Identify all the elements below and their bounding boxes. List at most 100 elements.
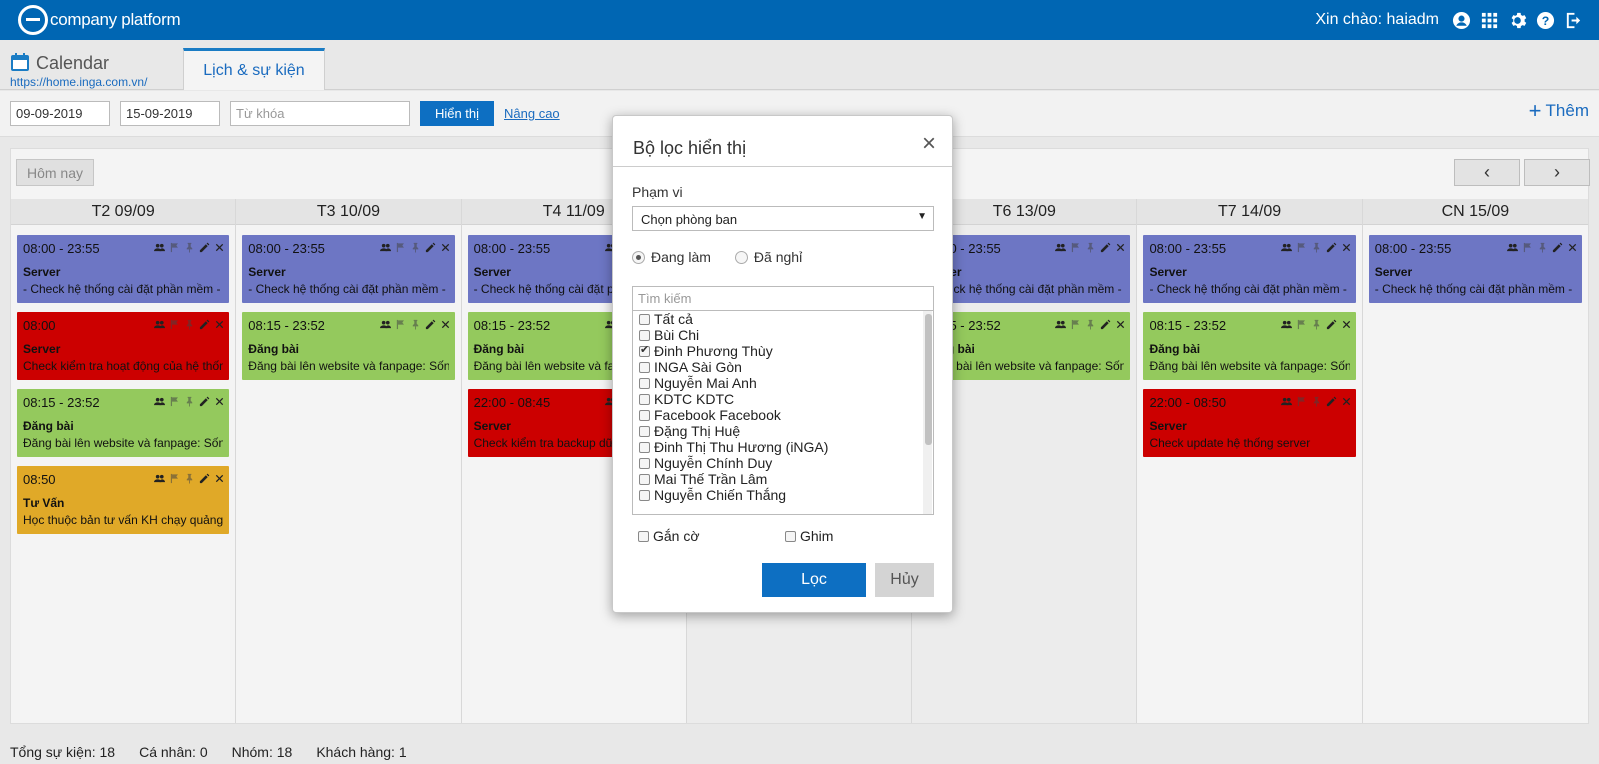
pin-icon[interactable] bbox=[410, 319, 421, 330]
person-checkbox-item[interactable]: Tất cả bbox=[633, 311, 933, 327]
group-icon[interactable] bbox=[1280, 242, 1292, 253]
flag-icon[interactable] bbox=[169, 319, 180, 330]
person-checkbox-item[interactable]: Nguyễn Chính Duy bbox=[633, 455, 933, 471]
filter-cancel-button[interactable]: Hủy bbox=[875, 563, 934, 597]
day-column[interactable]: CN 15/09 08:00 - 23:55 Server - Check hệ th… bbox=[1362, 199, 1588, 723]
person-checkbox-item[interactable]: Nguyễn Mai Anh bbox=[633, 375, 933, 391]
pin-icon[interactable] bbox=[1537, 242, 1548, 253]
flagged-checkbox[interactable]: Gắn cờ bbox=[638, 528, 700, 544]
event-card[interactable]: 08:00 - 23:55Server- Check hệ thống cài … bbox=[1143, 235, 1356, 303]
group-icon[interactable] bbox=[1507, 242, 1518, 253]
person-checkbox-item[interactable]: Nguyễn Chiến Thắng bbox=[633, 487, 933, 503]
edit-icon[interactable] bbox=[425, 319, 436, 330]
delete-icon[interactable] bbox=[1567, 242, 1578, 253]
person-checkbox-item[interactable]: Đặng Thị Huệ bbox=[633, 423, 933, 439]
edit-icon[interactable] bbox=[199, 242, 210, 253]
day-column[interactable]: T3 10/09 08:00 - 23:55 Server - Check hệ th… bbox=[236, 199, 462, 723]
delete-icon[interactable] bbox=[214, 473, 225, 484]
edit-icon[interactable] bbox=[199, 473, 210, 484]
delete-icon[interactable] bbox=[1115, 319, 1126, 330]
pin-icon[interactable] bbox=[1311, 242, 1322, 253]
delete-icon[interactable] bbox=[440, 242, 451, 253]
edit-icon[interactable] bbox=[199, 319, 210, 330]
list-scrollbar-thumb[interactable] bbox=[925, 314, 932, 445]
person-checkbox-item[interactable]: Đinh Thị Thu Hương (iNGA) bbox=[633, 439, 933, 455]
today-button[interactable]: Hôm nay bbox=[16, 159, 94, 186]
person-checkbox-item[interactable]: Mai Thế Trần Lâm bbox=[633, 471, 933, 487]
edit-icon[interactable] bbox=[425, 242, 436, 253]
day-column[interactable]: T2 09/09 08:00 - 23:55 Server - Check hệ th… bbox=[11, 199, 237, 723]
edit-icon[interactable] bbox=[1552, 242, 1563, 253]
people-checkbox-list[interactable]: Tất cảBùi ChiĐinh Phương ThùyINGA Sài Gò… bbox=[632, 311, 934, 515]
pin-icon[interactable] bbox=[1311, 319, 1322, 330]
person-checkbox-item[interactable]: Bùi Chi bbox=[633, 327, 933, 343]
day-column[interactable]: T7 14/09 08:00 - 23:55 Server - Check hệ th… bbox=[1137, 199, 1363, 723]
flag-icon[interactable] bbox=[1070, 319, 1081, 330]
group-icon[interactable] bbox=[154, 473, 166, 484]
prev-week-button[interactable]: ‹ bbox=[1454, 159, 1520, 186]
advanced-link[interactable]: Nâng cao bbox=[504, 106, 560, 121]
pin-icon[interactable] bbox=[1085, 242, 1096, 253]
person-checkbox-item[interactable]: Đinh Phương Thùy bbox=[633, 343, 933, 359]
pin-icon[interactable] bbox=[410, 242, 421, 253]
people-search-input[interactable] bbox=[632, 286, 934, 311]
flag-icon[interactable] bbox=[169, 396, 180, 407]
group-icon[interactable] bbox=[379, 242, 391, 253]
date-to-input[interactable] bbox=[120, 101, 220, 126]
edit-icon[interactable] bbox=[1326, 319, 1337, 330]
flag-icon[interactable] bbox=[1296, 319, 1307, 330]
delete-icon[interactable] bbox=[1341, 396, 1352, 407]
tab-calendar-events[interactable]: Lịch & sự kiện bbox=[183, 48, 325, 90]
delete-icon[interactable] bbox=[214, 319, 225, 330]
date-from-input[interactable] bbox=[10, 101, 110, 126]
pin-icon[interactable] bbox=[1085, 319, 1096, 330]
pin-icon[interactable] bbox=[1311, 396, 1322, 407]
pin-icon[interactable] bbox=[184, 473, 195, 484]
close-icon[interactable]: × bbox=[922, 130, 936, 158]
show-button[interactable]: Hiển thị bbox=[420, 101, 494, 126]
delete-icon[interactable] bbox=[214, 396, 225, 407]
keyword-input[interactable] bbox=[230, 101, 410, 126]
delete-icon[interactable] bbox=[1341, 319, 1352, 330]
flag-icon[interactable] bbox=[169, 473, 180, 484]
delete-icon[interactable] bbox=[1115, 242, 1126, 253]
group-icon[interactable] bbox=[1280, 319, 1292, 330]
edit-icon[interactable] bbox=[1100, 242, 1111, 253]
flag-icon[interactable] bbox=[169, 242, 180, 253]
help-icon[interactable]: ? bbox=[1535, 10, 1555, 30]
edit-icon[interactable] bbox=[1326, 242, 1337, 253]
flag-icon[interactable] bbox=[1070, 242, 1081, 253]
pinned-checkbox[interactable]: Ghim bbox=[785, 528, 833, 544]
event-card[interactable]: 08:00 Server Check kiểm tra hoạt động của … bbox=[17, 312, 230, 380]
group-icon[interactable] bbox=[154, 242, 166, 253]
event-card[interactable]: 08:00 - 23:55Server- Check hệ thống cài … bbox=[242, 235, 455, 303]
delete-icon[interactable] bbox=[1341, 242, 1352, 253]
apps-grid-icon[interactable] bbox=[1479, 10, 1499, 30]
edit-icon[interactable] bbox=[1326, 396, 1337, 407]
company-logo[interactable]: company platform bbox=[18, 4, 181, 36]
add-event-button[interactable]: + Thêm bbox=[1529, 100, 1589, 122]
user-account-icon[interactable] bbox=[1451, 10, 1471, 30]
radio-working[interactable]: Đang làm bbox=[632, 249, 711, 265]
pin-icon[interactable] bbox=[184, 319, 195, 330]
module-url-link[interactable]: https://home.inga.com.vn/ bbox=[10, 75, 147, 89]
event-card[interactable]: 08:15 - 23:52Đăng bàiĐăng bài lên websit… bbox=[1143, 312, 1356, 380]
event-card[interactable]: 08:15 - 23:52Đăng bàiĐăng bài lên websit… bbox=[242, 312, 455, 380]
flag-icon[interactable] bbox=[395, 319, 406, 330]
event-card[interactable]: 08:50 Tư Vấn Học thuộc bản tư vấn KH chạy … bbox=[17, 466, 230, 534]
flag-icon[interactable] bbox=[395, 242, 406, 253]
person-checkbox-item[interactable]: Facebook Facebook bbox=[633, 407, 933, 423]
settings-gear-icon[interactable] bbox=[1507, 10, 1527, 30]
event-card[interactable]: 08:00 - 23:55Server- Check hệ thống cài … bbox=[17, 235, 230, 303]
event-card[interactable]: 22:00 - 08:50 Server Check update hệ thống… bbox=[1143, 389, 1356, 457]
person-checkbox-item[interactable]: KDTC KDTC bbox=[633, 391, 933, 407]
event-card[interactable]: 08:15 - 23:52Đăng bàiĐăng bài lên websit… bbox=[17, 389, 230, 457]
department-select[interactable]: Chọn phòng ban ▼ bbox=[632, 206, 934, 231]
logout-icon[interactable] bbox=[1563, 10, 1583, 30]
delete-icon[interactable] bbox=[440, 319, 451, 330]
delete-icon[interactable] bbox=[214, 242, 225, 253]
edit-icon[interactable] bbox=[1100, 319, 1111, 330]
radio-quit[interactable]: Đã nghỉ bbox=[734, 249, 802, 265]
filter-apply-button[interactable]: Lọc bbox=[762, 563, 866, 597]
group-icon[interactable] bbox=[1280, 396, 1292, 407]
